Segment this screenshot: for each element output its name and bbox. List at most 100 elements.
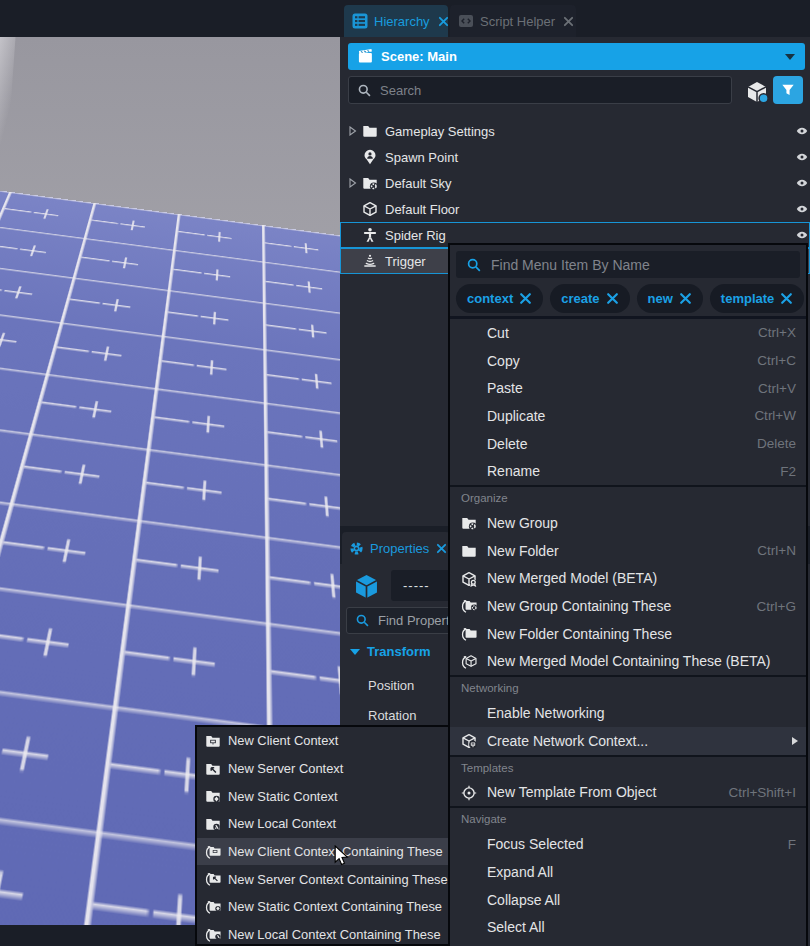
position-field-label: Position	[368, 678, 414, 693]
script-helper-icon	[458, 13, 474, 29]
tab-properties[interactable]: Properties	[342, 532, 450, 564]
scene-selector[interactable]: Scene: Main	[348, 43, 805, 70]
transform-section-label: Transform	[367, 644, 431, 659]
visibility-eye-icon[interactable]	[795, 151, 809, 163]
submenu-item-new-local-context-containing-these[interactable]: New Local Context Containing These	[197, 921, 448, 946]
submenu-item-label: New Static Context	[228, 789, 338, 804]
visibility-eye-icon[interactable]	[795, 203, 809, 215]
tab-hierarchy-label: Hierarchy	[374, 14, 430, 29]
sky-highlight	[0, 37, 16, 200]
search-icon	[355, 613, 370, 628]
chip-remove-icon[interactable]	[679, 292, 692, 305]
folder-static-contain-icon	[204, 899, 222, 915]
tab-script-helper-close-icon[interactable]	[563, 16, 574, 27]
menu-item-new-merged-model-beta[interactable]: New Merged Model (BETA)	[450, 565, 806, 593]
tab-hierarchy-close-icon[interactable]	[438, 16, 449, 27]
chevron-down-icon	[785, 54, 795, 60]
menu-item-shortcut: Ctrl+N	[757, 543, 796, 558]
menu-item-new-template-from-object[interactable]: New Template From ObjectCtrl+Shift+I	[450, 779, 806, 807]
filter-chip-new[interactable]: new	[637, 284, 703, 313]
menu-item-select-all[interactable]: Select All	[450, 913, 806, 941]
menu-item-label: Select All	[487, 919, 545, 935]
tree-item-spawn-point[interactable]: Spawn Point	[340, 144, 810, 170]
menu-item-new-folder[interactable]: New FolderCtrl+N	[450, 537, 806, 565]
menu-item-enable-networking[interactable]: Enable Networking	[450, 699, 806, 727]
menu-search-input[interactable]	[489, 256, 773, 274]
tree-item-default-sky[interactable]: Default Sky	[340, 170, 810, 196]
menu-item-shortcut: Ctrl+V	[758, 381, 796, 396]
menu-item-duplicate[interactable]: DuplicateCtrl+W	[450, 402, 806, 430]
chip-remove-icon[interactable]	[780, 292, 793, 305]
menu-item-rename[interactable]: RenameF2	[450, 457, 806, 485]
scene-selector-label: Scene: Main	[381, 49, 457, 64]
filter-chips: contextcreatenewtemplate	[456, 284, 800, 314]
menu-item-copy[interactable]: Copy Ctrl+C	[450, 347, 806, 375]
submenu-item-new-server-context[interactable]: New Server Context	[197, 755, 448, 783]
folder-gear-icon	[459, 514, 479, 532]
menu-item-paste[interactable]: Paste Ctrl+V	[450, 374, 806, 402]
menu-item-new-group-containing-these[interactable]: New Group Containing TheseCtrl+G	[450, 592, 806, 620]
tab-hierarchy[interactable]: Hierarchy	[344, 5, 448, 37]
folder-client-contain-icon	[204, 844, 222, 860]
submenu-item-new-static-context[interactable]: New Static Context	[197, 782, 448, 810]
context-menu: contextcreate newtemplate CutCtrl+X Copy Ct…	[448, 243, 808, 946]
search-icon	[357, 83, 372, 98]
menu-item-focus-selected[interactable]: Focus SelectedF	[450, 830, 806, 858]
cube-snap-icon[interactable]	[745, 80, 769, 104]
visibility-eye-icon[interactable]	[795, 177, 809, 189]
submenu-item-new-static-context-containing-these[interactable]: New Static Context Containing These	[197, 893, 448, 921]
visibility-eye-icon[interactable]	[795, 125, 809, 137]
hierarchy-search[interactable]	[348, 76, 732, 104]
menu-item-label: Paste	[487, 380, 523, 396]
menu-item-shortcut: F	[788, 837, 796, 852]
rotation-field-label: Rotation	[368, 708, 416, 723]
chip-remove-icon[interactable]	[606, 292, 619, 305]
tab-script-helper[interactable]: Script Helper	[450, 5, 576, 37]
submenu-item-new-server-context-containing-these[interactable]: New Server Context Containing These	[197, 865, 448, 893]
merged-model-contain-icon	[459, 653, 479, 671]
menu-search[interactable]	[456, 251, 800, 278]
menu-item-shortcut: Ctrl+G	[757, 599, 796, 614]
network-cube-icon	[459, 732, 479, 750]
hierarchy-icon	[352, 13, 368, 29]
tree-item-label: Gameplay Settings	[385, 124, 495, 139]
menu-item-label: Copy	[487, 353, 520, 369]
expander-icon[interactable]	[349, 178, 358, 188]
transform-section-header[interactable]: Transform	[350, 644, 431, 659]
submenu-item-label: New Local Context Containing These	[228, 927, 441, 942]
visibility-eye-icon[interactable]	[795, 229, 809, 241]
menu-item-label: Expand All	[487, 864, 553, 880]
filter-chip-template[interactable]: template	[710, 284, 804, 313]
hierarchy-search-input[interactable]	[378, 82, 682, 99]
menu-item-new-group[interactable]: New Group	[450, 509, 806, 537]
menu-item-shortcut: Ctrl+C	[757, 353, 796, 368]
menu-item-delete[interactable]: DeleteDelete	[450, 430, 806, 458]
menu-item-new-merged-model-containing-these-beta[interactable]: New Merged Model Containing These (BETA)	[450, 648, 806, 676]
menu-item-label: Enable Networking	[487, 705, 605, 721]
submenu-item-new-client-context-containing-these[interactable]: New Client Context Containing These	[197, 838, 448, 866]
filter-button[interactable]	[773, 76, 803, 104]
object-cube-icon	[353, 573, 380, 600]
filter-chip-create[interactable]: create	[550, 284, 629, 313]
menu-item-create-network-context[interactable]: Create Network Context...	[450, 727, 806, 755]
person-icon	[362, 227, 378, 243]
tab-properties-close-icon[interactable]	[436, 543, 447, 554]
menu-item-cut[interactable]: CutCtrl+X	[450, 319, 806, 347]
editor-window: Hierarchy Script Helper Scene: Main Game…	[0, 0, 810, 946]
menu-section-organize: Organize	[450, 485, 806, 509]
menu-item-expand-all[interactable]: Expand All	[450, 858, 806, 886]
tree-item-gameplay-settings[interactable]: Gameplay Settings	[340, 118, 810, 144]
hierarchy-tabbar: Hierarchy Script Helper	[340, 0, 810, 37]
merged-model-icon	[459, 570, 479, 588]
submenu-item-new-client-context[interactable]: New Client Context	[197, 727, 448, 755]
expander-icon[interactable]	[349, 126, 358, 136]
tree-item-default-floor[interactable]: Default Floor	[340, 196, 810, 222]
chip-remove-icon[interactable]	[519, 292, 532, 305]
menu-item-collapse-all[interactable]: Collapse All	[450, 886, 806, 914]
folder-client-icon	[204, 733, 222, 749]
submenu-item-new-local-context[interactable]: New Local Context	[197, 810, 448, 838]
menu-item-new-folder-containing-these[interactable]: New Folder Containing These	[450, 620, 806, 648]
menu-items: CutCtrl+X Copy Ctrl+C Paste Ctrl+V DuplicateC…	[450, 319, 806, 941]
menu-section-networking: Networking	[450, 675, 806, 699]
filter-chip-context[interactable]: context	[456, 284, 543, 313]
